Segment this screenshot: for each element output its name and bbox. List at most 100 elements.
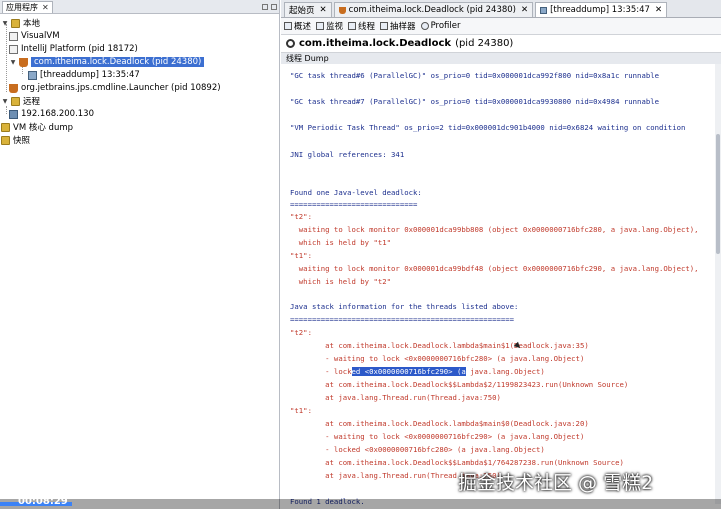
dump-line: - locked <0x0000000716bfc290> (a java.la… xyxy=(290,367,545,376)
collapse-icon[interactable]: ▼ xyxy=(1,97,9,105)
applications-panel-header: 应用程序 ✕ xyxy=(0,0,279,14)
close-icon[interactable]: ✕ xyxy=(655,5,662,15)
dump-line: "VM Periodic Task Thread" os_prio=2 tid=… xyxy=(290,123,686,132)
subtab-label: 线程 Dump xyxy=(286,54,329,63)
dump-line: "t2": xyxy=(290,328,312,337)
sampler-button[interactable]: 抽样器 xyxy=(380,20,416,32)
tab-start-page[interactable]: 起始页 ✕ xyxy=(284,2,332,17)
monitor-button[interactable]: 监视 xyxy=(316,20,343,32)
panel-window-controls xyxy=(262,3,277,10)
dump-line: at com.itheima.lock.Deadlock$$Lambda$1/7… xyxy=(290,458,624,467)
tree-node-label: VM 核心 dump xyxy=(13,123,74,133)
collapse-icon[interactable]: ▼ xyxy=(9,58,17,66)
tree-node-visualvm[interactable]: VisualVM xyxy=(9,30,60,42)
tab-deadlock-app[interactable]: com.itheima.lock.Deadlock (pid 24380) ✕ xyxy=(333,2,534,17)
tree-node-launcher[interactable]: org.jetbrains.jps.cmdline.Launcher (pid … xyxy=(9,82,221,94)
tree-node-snapshots[interactable]: 快照 xyxy=(1,134,30,146)
java-icon xyxy=(9,83,18,93)
dump-line: waiting to lock monitor 0x000001dca99bb8… xyxy=(290,225,699,234)
threads-icon xyxy=(348,22,357,30)
text-selection: ed <0x0000000716bfc290> (a xyxy=(351,367,466,376)
dump-line: "t1": xyxy=(290,406,312,415)
tree-node-vm-coredump[interactable]: VM 核心 dump xyxy=(1,121,73,133)
tree-node-remote[interactable]: ▼ 远程 xyxy=(1,95,40,107)
tab-label: com.itheima.lock.Deadlock (pid 24380) xyxy=(348,5,516,15)
tree-node-threaddump[interactable]: [threaddump] 13:35:47 xyxy=(28,69,140,81)
dump-line: "GC task thread#7 (ParallelGC)" os_prio=… xyxy=(290,97,660,106)
dump-line: - waiting to lock <0x0000000716bfc290> (… xyxy=(290,432,585,441)
minimize-icon[interactable] xyxy=(262,3,268,10)
app-icon xyxy=(9,44,18,54)
close-icon[interactable]: ✕ xyxy=(42,3,49,12)
tab-label: 起始页 xyxy=(289,6,315,16)
folder-icon xyxy=(1,135,10,145)
host-icon xyxy=(9,109,18,119)
toolbar-label: Profiler xyxy=(430,21,461,31)
tree-node-label: 192.168.200.130 xyxy=(21,109,95,119)
dump-line: which is held by "t2" xyxy=(290,277,392,286)
dump-line: at com.itheima.lock.Deadlock.lambda$main… xyxy=(290,341,589,350)
page-title: com.itheima.lock.Deadlock (pid 24380) xyxy=(281,35,721,52)
tree-node-label: com.itheima.lock.Deadlock (pid 24380) xyxy=(31,57,205,67)
folder-icon xyxy=(1,122,10,132)
tree-node-label: 远程 xyxy=(23,97,41,107)
maximize-icon[interactable] xyxy=(271,3,277,10)
tree-node-label: org.jetbrains.jps.cmdline.Launcher (pid … xyxy=(21,83,221,93)
close-icon[interactable]: ✕ xyxy=(521,5,528,15)
tree-node-intellij[interactable]: IntelliJ Platform (pid 18172) xyxy=(9,43,138,55)
watermark: 掘金技术社区 @ 雪糕2 xyxy=(458,472,654,494)
toolbar-label: 概述 xyxy=(294,22,312,32)
dump-line: Java stack information for the threads l… xyxy=(290,302,519,311)
applications-tab-label: 应用程序 xyxy=(6,2,38,12)
thread-dump-text[interactable]: "GC task thread#6 (ParallelGC)" os_prio=… xyxy=(281,64,721,509)
dump-line: at com.itheima.lock.Deadlock$$Lambda$2/1… xyxy=(290,380,629,389)
threads-button[interactable]: 线程 xyxy=(348,20,375,32)
tree-node-label: IntelliJ Platform (pid 18172) xyxy=(21,44,138,54)
tree-node-label: VisualVM xyxy=(21,31,60,41)
tree-node-deadlock[interactable]: ▼ com.itheima.lock.Deadlock (pid 24380) xyxy=(9,56,205,68)
app-title-name: com.itheima.lock.Deadlock xyxy=(299,38,452,49)
app-title-pid: (pid 24380) xyxy=(455,38,514,49)
applications-panel: 应用程序 ✕ ▼ 本地 VisualVM IntelliJ Platform (… xyxy=(0,0,280,509)
dump-line: JNI global references: 341 xyxy=(290,150,405,159)
tree-node-label: 本地 xyxy=(23,19,41,29)
scrollbar-thumb[interactable] xyxy=(716,134,720,254)
editor-tabbar: 起始页 ✕ com.itheima.lock.Deadlock (pid 243… xyxy=(281,0,721,18)
app-icon xyxy=(9,31,18,41)
dump-line: - locked <0x0000000716bfc280> (a java.la… xyxy=(290,445,545,454)
dump-line: "t1": xyxy=(290,251,312,260)
tree-node-label: [threaddump] 13:35:47 xyxy=(40,70,140,80)
dump-icon xyxy=(540,6,548,14)
tree-node-label: 快照 xyxy=(13,136,31,146)
applications-tab[interactable]: 应用程序 ✕ xyxy=(2,0,53,13)
profiler-icon xyxy=(420,22,429,30)
toolbar-label: 线程 xyxy=(358,22,376,32)
close-icon[interactable]: ✕ xyxy=(320,5,327,15)
tree-guide-line xyxy=(6,24,7,92)
dump-line: Found one Java-level deadlock: xyxy=(290,188,422,197)
toolbar-label: 监视 xyxy=(326,22,344,32)
tree-node-host[interactable]: 192.168.200.130 xyxy=(9,108,94,120)
folder-icon xyxy=(11,96,20,106)
sampler-icon xyxy=(380,22,389,30)
tab-threaddump[interactable]: [threaddump] 13:35:47 ✕ xyxy=(535,2,668,17)
java-icon xyxy=(19,57,28,67)
app-status-icon xyxy=(286,39,295,48)
dump-line: at com.itheima.lock.Deadlock.lambda$main… xyxy=(290,419,589,428)
tab-label: [threaddump] 13:35:47 xyxy=(550,5,650,15)
dump-line: which is held by "t1" xyxy=(290,238,392,247)
tree-node-local[interactable]: ▼ 本地 xyxy=(1,17,40,29)
vertical-scrollbar[interactable] xyxy=(715,64,721,504)
video-progress-bar[interactable] xyxy=(0,499,721,509)
java-icon xyxy=(338,6,346,14)
toolbar-label: 抽样器 xyxy=(390,22,416,32)
thread-dump-subtab[interactable]: 线程 Dump xyxy=(281,52,721,64)
collapse-icon[interactable]: ▼ xyxy=(1,19,9,27)
overview-button[interactable]: 概述 xyxy=(284,20,311,32)
dump-line: - waiting to lock <0x0000000716bfc280> (… xyxy=(290,354,585,363)
folder-icon xyxy=(11,18,20,28)
video-timecode: 00:08:29 xyxy=(18,496,68,507)
dump-line: ============================= xyxy=(290,200,418,209)
monitor-icon xyxy=(316,22,325,30)
profiler-button[interactable]: Profiler xyxy=(420,21,461,31)
